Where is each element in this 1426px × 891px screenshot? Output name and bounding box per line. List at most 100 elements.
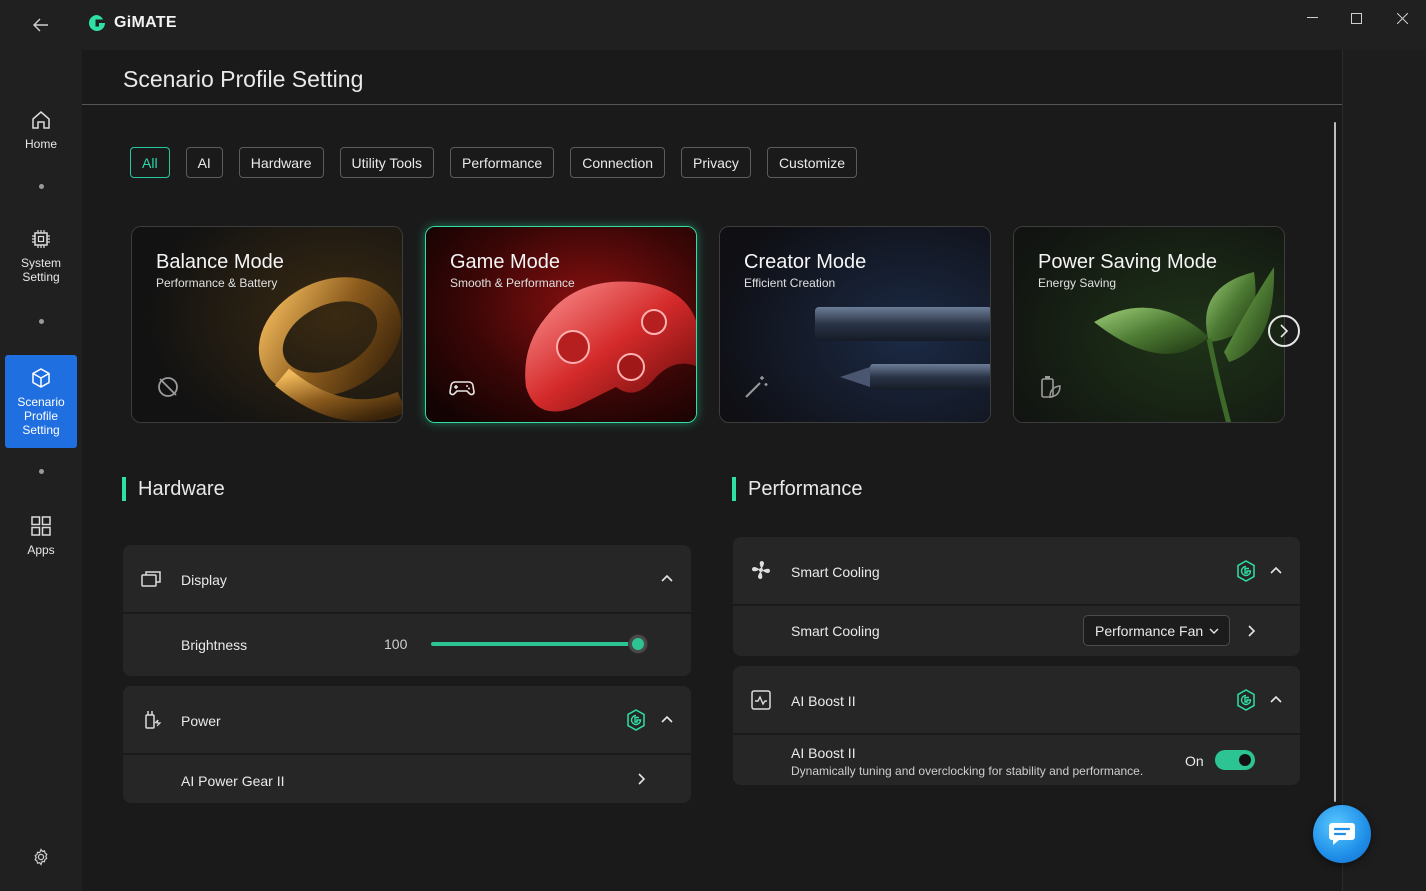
maximize-icon: [1350, 12, 1362, 24]
gimate-logo-icon: [89, 15, 105, 31]
ai-boost-description: Dynamically tuning and overclocking for …: [791, 764, 1144, 778]
filter-hardware[interactable]: Hardware: [238, 147, 324, 178]
carousel-next-button[interactable]: [1268, 315, 1300, 347]
cube-icon: [32, 367, 50, 388]
minimize-icon: [1306, 17, 1318, 18]
sidebar: Home System Setting Scenario Profile Set…: [0, 50, 82, 891]
right-margin: [1342, 50, 1426, 891]
power-label: Power: [181, 713, 221, 729]
home-icon: [32, 111, 50, 129]
power-panel: Power AI Power Gear II: [123, 686, 691, 803]
mode-card-title: Balance Mode: [156, 251, 284, 273]
mode-card-creator[interactable]: Creator Mode Efficient Creation: [719, 226, 991, 423]
magic-wand-icon: [745, 376, 768, 398]
chevron-up-icon[interactable]: [1270, 695, 1282, 703]
sidebar-item-system-setting[interactable]: System Setting: [5, 220, 77, 292]
gimate-ai-badge-icon: [1237, 560, 1255, 582]
hardware-heading: Hardware: [122, 477, 225, 501]
title-divider: [82, 104, 1342, 105]
page-title: Scenario Profile Setting: [123, 66, 364, 92]
main-content: Scenario Profile Setting All AI Hardware…: [82, 50, 1342, 891]
mode-card-balance[interactable]: Balance Mode Performance & Battery: [131, 226, 403, 423]
gear-icon: [34, 848, 48, 866]
toggle-knob: [1239, 754, 1251, 766]
mode-card-subtitle: Smooth & Performance: [450, 276, 575, 290]
gimate-ai-badge-icon: [1237, 689, 1255, 711]
close-button[interactable]: [1380, 6, 1424, 30]
nav-separator-dot: [39, 319, 44, 324]
gamepad-icon: [449, 381, 475, 396]
panel-divider: [733, 604, 1300, 606]
chat-bubble-icon: [1329, 823, 1355, 845]
mode-card-title: Game Mode: [450, 251, 561, 273]
filter-connection[interactable]: Connection: [570, 147, 666, 178]
ai-boost-panel: AI Boost II AI Boost II Dynamically tuni…: [733, 666, 1300, 785]
chevron-down-icon: [1209, 628, 1219, 634]
title-bar: GiMATE: [0, 0, 1426, 50]
chevron-right-icon[interactable]: [638, 773, 646, 785]
performance-heading: Performance: [732, 477, 863, 501]
display-label: Display: [181, 572, 227, 588]
back-button[interactable]: [28, 12, 54, 38]
chevron-right-icon[interactable]: [1248, 625, 1256, 637]
sidebar-item-home[interactable]: Home: [5, 100, 77, 160]
mode-card-subtitle: Efficient Creation: [744, 276, 836, 290]
app-window: GiMATE Home System Setting Scenario Prof…: [0, 0, 1426, 891]
gimate-ai-badge-icon: [627, 709, 645, 731]
category-filters: All AI Hardware Utility Tools Performanc…: [130, 147, 858, 178]
nav-separator-dot: [39, 469, 44, 474]
smart-cooling-row-label: Smart Cooling: [791, 623, 880, 639]
brightness-value: 100: [384, 636, 408, 652]
filter-performance[interactable]: Performance: [450, 147, 555, 178]
close-icon: [1396, 12, 1408, 24]
ai-boost-label: AI Boost II: [791, 693, 856, 709]
mode-card-game[interactable]: Game Mode Smooth & Performance: [425, 226, 697, 423]
apps-grid-icon: [31, 516, 51, 536]
cooling-mode-value: Performance Fan: [1095, 622, 1204, 639]
filter-customize[interactable]: Customize: [766, 147, 858, 178]
scrollbar[interactable]: [1334, 122, 1336, 802]
mode-card-title: Creator Mode: [744, 251, 867, 273]
panel-divider: [123, 612, 691, 614]
nav-separator-dot: [39, 184, 44, 189]
chevron-right-icon: [1280, 324, 1289, 338]
settings-button[interactable]: [31, 847, 51, 867]
sidebar-item-label: Apps: [27, 543, 55, 557]
brightness-slider-thumb[interactable]: [629, 635, 647, 653]
maximize-button[interactable]: [1334, 6, 1378, 30]
minimize-button[interactable]: [1290, 6, 1334, 30]
power-plug-icon: [145, 711, 162, 729]
filter-privacy[interactable]: Privacy: [681, 147, 751, 178]
display-panel: Display Brightness 100: [123, 545, 691, 676]
cooling-mode-dropdown[interactable]: Performance Fan: [1083, 615, 1230, 646]
sidebar-item-label: Scenario Profile Setting: [17, 394, 65, 437]
fan-icon: [752, 561, 770, 579]
chevron-up-icon[interactable]: [1270, 566, 1282, 574]
sidebar-item-label: System Setting: [20, 256, 61, 284]
panel-divider: [733, 733, 1300, 735]
chip-icon: [32, 230, 50, 248]
balance-icon: [158, 377, 178, 397]
sidebar-item-label: Home: [24, 137, 57, 151]
brightness-slider-track[interactable]: [431, 642, 639, 646]
sidebar-item-apps[interactable]: Apps: [5, 506, 77, 566]
app-name: GiMATE: [114, 14, 177, 31]
filter-ai[interactable]: AI: [185, 147, 223, 178]
mode-card-title: Power Saving Mode: [1038, 251, 1217, 273]
app-brand: GiMATE: [88, 14, 177, 32]
filter-utility-tools[interactable]: Utility Tools: [339, 147, 435, 178]
chevron-up-icon[interactable]: [661, 574, 673, 582]
filter-all[interactable]: All: [130, 147, 170, 178]
chat-assistant-button[interactable]: [1313, 805, 1371, 863]
panel-divider: [123, 753, 691, 755]
mode-card-subtitle: Energy Saving: [1038, 276, 1117, 290]
display-icon: [141, 571, 161, 587]
ai-power-gear-label[interactable]: AI Power Gear II: [181, 773, 284, 789]
ai-boost-toggle[interactable]: [1215, 750, 1255, 770]
brightness-label: Brightness: [181, 637, 248, 653]
chevron-up-icon[interactable]: [661, 715, 673, 723]
mode-card-power-saving[interactable]: Power Saving Mode Energy Saving: [1013, 226, 1285, 423]
smart-cooling-label: Smart Cooling: [791, 564, 880, 580]
sidebar-item-scenario-profile[interactable]: Scenario Profile Setting: [5, 355, 77, 448]
smart-cooling-panel: Smart Cooling Smart Cooling Performance …: [733, 537, 1300, 656]
